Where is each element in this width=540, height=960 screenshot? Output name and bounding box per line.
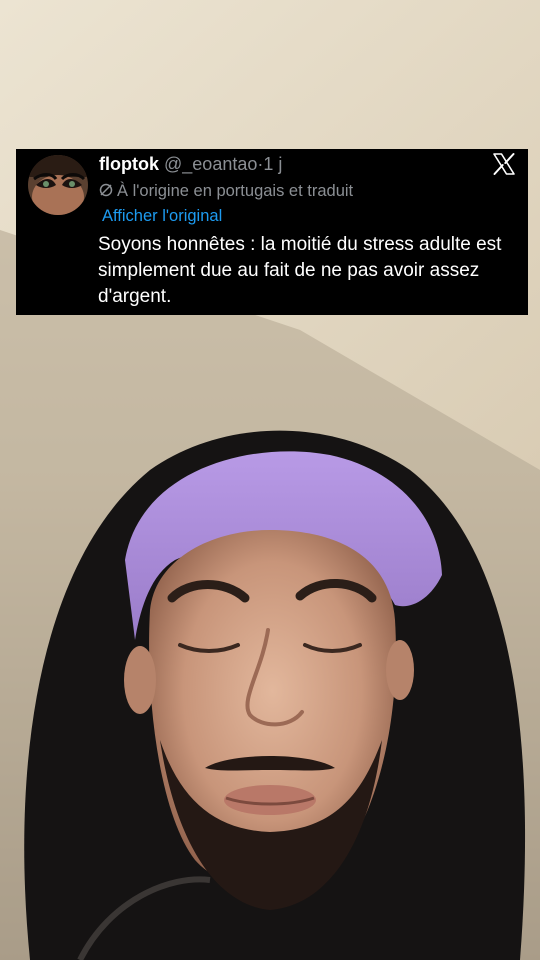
tweet-text: Soyons honnêtes : la moitié du stress ad… [98, 234, 502, 307]
x-logo-icon[interactable] [492, 152, 516, 176]
post-age[interactable]: 1 j [263, 154, 282, 174]
tweet-header: floptok @_eoantao·1 j [99, 152, 282, 176]
avatar[interactable] [28, 155, 88, 215]
translate-icon [99, 183, 113, 197]
translation-note: À l'origine en portugais et traduit [99, 180, 353, 202]
tweet-card[interactable]: floptok @_eoantao·1 j À l'origine en por… [16, 149, 528, 315]
background-photo [0, 0, 540, 960]
username-handle[interactable]: @_eoantao [164, 154, 257, 174]
display-name[interactable]: floptok [99, 154, 159, 174]
translation-note-text: À l'origine en portugais et traduit [117, 182, 354, 200]
show-original-link[interactable]: Afficher l'original [102, 205, 222, 227]
video-frame: floptok @_eoantao·1 j À l'origine en por… [0, 0, 540, 960]
